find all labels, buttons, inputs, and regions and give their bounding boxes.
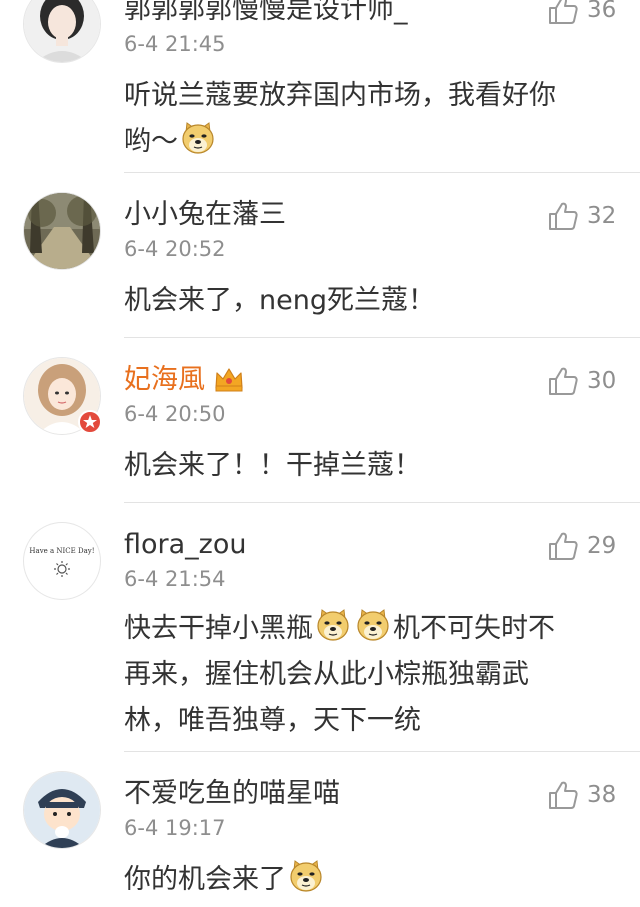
like-count: 36 xyxy=(587,0,617,23)
comment-time: 6-4 20:50 xyxy=(124,402,226,426)
girl-portrait-avatar[interactable] xyxy=(24,0,100,62)
like-button[interactable]: 36 xyxy=(547,0,637,26)
doge-emoji xyxy=(288,858,324,894)
like-button[interactable]: 30 xyxy=(547,365,637,397)
comment-text: 机会来了！！干掉兰蔻！ xyxy=(124,450,421,481)
comment-username[interactable]: 郭郭郭郭慢慢是设计师_ xyxy=(124,0,408,28)
thumbs-up-icon xyxy=(547,200,579,232)
comment-item: 小小兔在藩三 32 6-4 20:52 机会来了，neng死兰蔻！ xyxy=(0,173,640,337)
like-count: 38 xyxy=(587,782,617,808)
thumbs-up-icon xyxy=(547,779,579,811)
sun-icon xyxy=(54,561,70,577)
cartoon-character-avatar[interactable] xyxy=(24,772,100,848)
comment-time: 6-4 20:52 xyxy=(124,237,226,261)
vip-crown-icon xyxy=(215,368,243,392)
like-count: 32 xyxy=(587,203,617,229)
comment-time: 6-4 21:45 xyxy=(124,32,226,56)
comment-text: 你的机会来了 xyxy=(124,857,614,903)
like-count: 29 xyxy=(587,533,617,559)
comment-text: 听说兰蔻要放弃国内市场，我看好你 哟～ xyxy=(124,80,556,157)
comment-text: 机会来了，neng死兰蔻！ xyxy=(124,285,435,316)
comment-item: 郭郭郭郭慢慢是设计师_ 36 6-4 21:45 听说兰蔻要放弃国内市场，我看好… xyxy=(0,0,640,172)
comment-username[interactable]: 小小兔在藩三 xyxy=(124,197,286,233)
doge-emoji xyxy=(355,607,391,643)
like-button[interactable]: 29 xyxy=(547,530,637,562)
like-count: 30 xyxy=(587,368,617,394)
comment-username[interactable]: 不爱吃鱼的喵星喵 xyxy=(124,776,340,812)
thumbs-up-icon xyxy=(547,0,579,26)
like-button[interactable]: 32 xyxy=(547,200,637,232)
verified-star-badge-icon xyxy=(78,410,102,434)
doge-emoji xyxy=(315,607,351,643)
comment-item: 妃海風 30 6-4 20:50 机会来了！！干掉兰蔻！ xyxy=(0,338,640,502)
like-button[interactable]: 38 xyxy=(547,779,637,811)
doge-emoji xyxy=(180,120,216,156)
comment-time: 6-4 21:54 xyxy=(124,567,226,591)
comment-item: 不爱吃鱼的喵星喵 38 6-4 19:17 你的机会来了 xyxy=(0,752,640,907)
forest-path-avatar[interactable] xyxy=(24,193,100,269)
comment-item: Have a NICE Day! flora_zou 29 6-4 21:54 … xyxy=(0,503,640,751)
comment-username[interactable]: flora_zou xyxy=(124,527,246,563)
thumbs-up-icon xyxy=(547,365,579,397)
have-a-nice-day-avatar[interactable]: Have a NICE Day! xyxy=(24,523,100,599)
comment-username[interactable]: 妃海風 xyxy=(124,362,205,398)
thumbs-up-icon xyxy=(547,530,579,562)
comment-text: 快去干掉小黑瓶 机不可失时不 再来，握住机会从此小棕瓶独霸武 林，唯吾独尊，天下一… xyxy=(124,606,614,744)
comment-time: 6-4 19:17 xyxy=(124,816,226,840)
